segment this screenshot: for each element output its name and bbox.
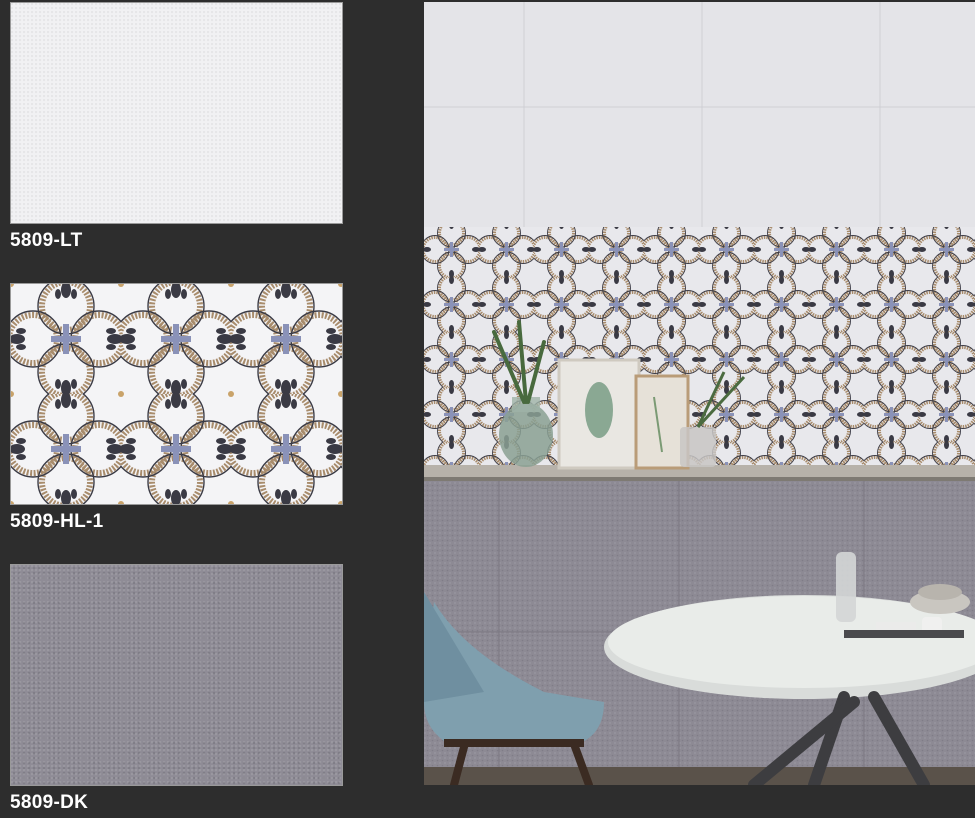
tile-code-label: 5809-LT	[10, 230, 83, 251]
tile-card-lt[interactable]: 5809-LT	[10, 2, 343, 252]
tile-swatch-dark[interactable]	[10, 564, 343, 786]
tile-code-label: 5809-HL-1	[10, 511, 104, 532]
tile-card-dk[interactable]: 5809-DK	[10, 564, 343, 814]
tile-code-label: 5809-DK	[10, 792, 89, 813]
room-scene-graphic	[424, 2, 975, 785]
tile-card-hl[interactable]: 5809-HL-1	[10, 283, 343, 533]
tile-swatch-pattern[interactable]	[10, 283, 343, 505]
room-preview-image	[424, 2, 975, 785]
pattern-tile-graphic	[11, 284, 342, 504]
tile-swatch-light[interactable]	[10, 2, 343, 224]
